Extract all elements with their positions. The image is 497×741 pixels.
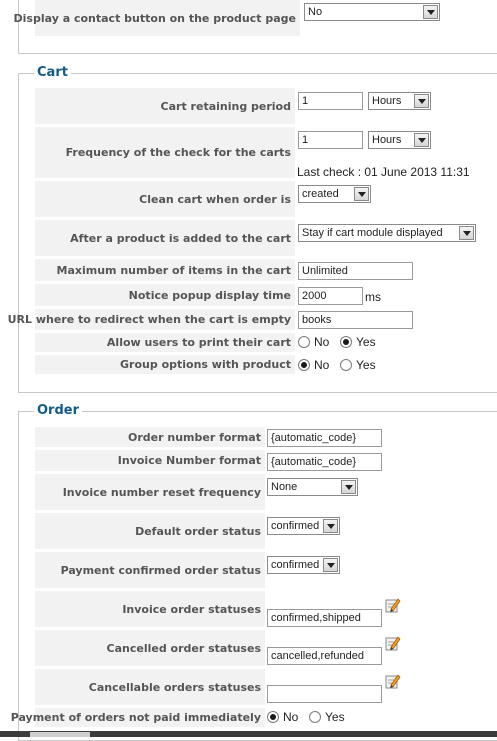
default-status-value: confirmed bbox=[271, 520, 320, 532]
not-paid-yes-label[interactable]: Yes bbox=[325, 710, 345, 724]
after-add-value: Stay if cart module displayed bbox=[302, 227, 443, 239]
edit-pencil-icon[interactable] bbox=[385, 673, 401, 689]
not-paid-yes-radio[interactable] bbox=[309, 711, 321, 723]
redirect-url-input[interactable]: books bbox=[298, 311, 413, 329]
chevron-down-icon bbox=[323, 519, 338, 533]
chevron-down-icon bbox=[341, 480, 356, 494]
invoice-number-format-label: Invoice Number format bbox=[35, 450, 265, 472]
print-cart-yes-radio[interactable] bbox=[340, 336, 352, 348]
clean-cart-value: created bbox=[302, 188, 339, 200]
invoice-reset-label: Invoice number reset frequency bbox=[35, 474, 265, 511]
default-status-label: Default order status bbox=[35, 513, 265, 550]
cart-frequency-unit-value: Hours bbox=[372, 134, 402, 146]
cart-legend: Cart bbox=[34, 65, 71, 80]
invoice-number-format-input[interactable]: {automatic_code} bbox=[267, 453, 382, 471]
clean-cart-label: Clean cart when order is bbox=[35, 181, 295, 218]
cart-frequency-input[interactable]: 1 bbox=[298, 131, 363, 149]
not-paid-no-label[interactable]: No bbox=[283, 710, 298, 724]
popup-time-input[interactable]: 2000 bbox=[298, 287, 363, 305]
chevron-down-icon bbox=[423, 5, 438, 19]
group-options-label: Group options with product bbox=[35, 355, 295, 375]
contact-button-label: Display a contact button on the product … bbox=[14, 0, 300, 37]
not-paid-no-radio[interactable] bbox=[267, 711, 279, 723]
after-add-label: After a product is added to the cart bbox=[35, 220, 295, 257]
chevron-down-icon bbox=[354, 187, 369, 201]
taskbar bbox=[0, 731, 497, 737]
after-add-select[interactable]: Stay if cart module displayed bbox=[298, 224, 476, 242]
chevron-down-icon bbox=[459, 226, 474, 240]
print-cart-yes-label[interactable]: Yes bbox=[356, 335, 376, 349]
popup-time-label: Notice popup display time bbox=[35, 284, 295, 307]
group-options-yes-label[interactable]: Yes bbox=[356, 358, 376, 372]
clean-cart-select[interactable]: created bbox=[298, 185, 371, 203]
max-items-label: Maximum number of items in the cart bbox=[35, 259, 295, 282]
cart-frequency-unit-select[interactable]: Hours bbox=[368, 131, 431, 149]
group-options-no-radio[interactable] bbox=[298, 359, 310, 371]
invoice-reset-value: None bbox=[271, 481, 298, 493]
chevron-down-icon bbox=[414, 94, 429, 108]
invoice-statuses-label: Invoice order statuses bbox=[35, 591, 265, 628]
cart-retaining-unit-value: Hours bbox=[372, 95, 402, 107]
group-options-no-label[interactable]: No bbox=[314, 358, 329, 372]
edit-pencil-icon[interactable] bbox=[385, 635, 401, 651]
cart-retaining-unit-select[interactable]: Hours bbox=[368, 92, 431, 110]
invoice-reset-select[interactable]: None bbox=[267, 478, 358, 496]
cart-retaining-label: Cart retaining period bbox=[35, 88, 295, 125]
contact-button-value: No bbox=[308, 6, 323, 18]
cancelled-statuses-input[interactable]: cancelled,refunded bbox=[267, 647, 382, 665]
taskbar-tab[interactable] bbox=[30, 732, 90, 737]
redirect-url-label: URL where to redirect when the cart is e… bbox=[8, 309, 295, 331]
cart-retaining-input[interactable]: 1 bbox=[298, 92, 363, 110]
cancellable-statuses-label: Cancellable orders statuses bbox=[35, 669, 265, 706]
payment-confirmed-select[interactable]: confirmed bbox=[267, 556, 340, 574]
payment-confirmed-value: confirmed bbox=[271, 559, 320, 571]
group-options-yes-radio[interactable] bbox=[340, 359, 352, 371]
edit-pencil-icon[interactable] bbox=[385, 597, 401, 613]
not-paid-label: Payment of orders not paid immediately bbox=[11, 708, 265, 728]
cancelled-statuses-label: Cancelled order statuses bbox=[35, 630, 265, 667]
payment-confirmed-label: Payment confirmed order status bbox=[35, 552, 265, 589]
order-legend: Order bbox=[34, 403, 82, 418]
cancellable-statuses-input[interactable] bbox=[267, 685, 382, 703]
print-cart-label: Allow users to print their cart bbox=[35, 333, 295, 353]
chevron-down-icon bbox=[323, 558, 338, 572]
print-cart-no-label[interactable]: No bbox=[314, 335, 329, 349]
order-number-format-label: Order number format bbox=[35, 427, 265, 448]
cart-frequency-label: Frequency of the check for the carts bbox=[35, 127, 295, 179]
default-status-select[interactable]: confirmed bbox=[267, 517, 340, 535]
chevron-down-icon bbox=[414, 133, 429, 147]
popup-time-unit: ms bbox=[365, 290, 381, 304]
cart-last-check: Last check : 01 June 2013 11:31 bbox=[297, 165, 470, 179]
print-cart-no-radio[interactable] bbox=[298, 336, 310, 348]
max-items-input[interactable]: Unlimited bbox=[298, 262, 413, 280]
invoice-statuses-input[interactable]: confirmed,shipped bbox=[267, 609, 382, 627]
order-number-format-input[interactable]: {automatic_code} bbox=[267, 429, 382, 447]
contact-button-select[interactable]: No bbox=[304, 3, 440, 21]
